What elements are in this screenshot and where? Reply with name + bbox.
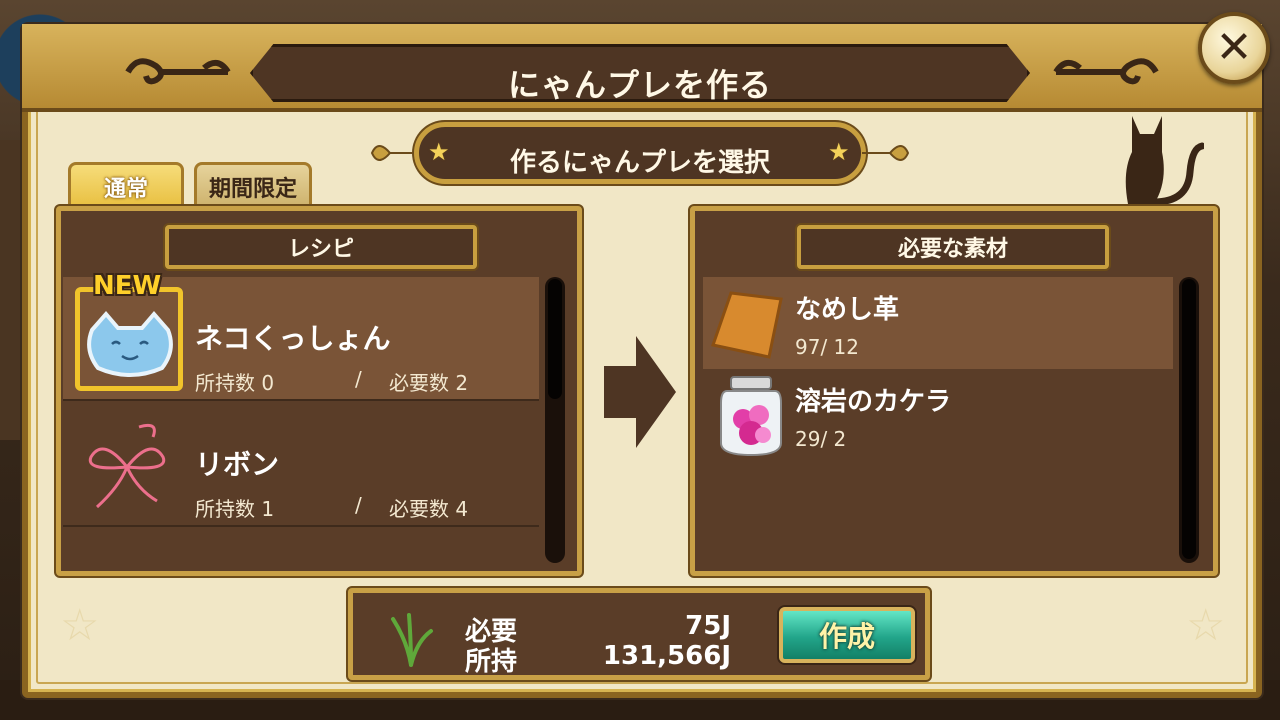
material-count: 97/ 12	[795, 335, 859, 359]
recipe-row-ribbon[interactable]: リボン 所持数 1 / 必要数 4	[63, 403, 539, 527]
tab-normal[interactable]: 通常	[68, 162, 184, 208]
make-button-label: 作成	[818, 620, 875, 653]
star-decoration-icon: ☆	[60, 600, 100, 651]
close-button[interactable]: ✕	[1198, 12, 1270, 84]
star-icon: ★	[828, 138, 850, 166]
ribbon-icon	[88, 423, 166, 509]
required-count: 必要数 2	[389, 371, 469, 395]
recipe-panel: レシピ NEW ネコくっしょん 所持数 0 / 必要数 2 リボン 所持数 1 …	[56, 206, 582, 576]
materials-header: 必要な素材	[797, 225, 1109, 269]
lava-jar-icon	[720, 376, 782, 457]
cat-silhouette-icon	[1125, 116, 1204, 206]
required-value: 75J	[685, 611, 731, 641]
recipe-name: ネコくっしょん	[195, 322, 391, 355]
tab-limited[interactable]: 期間限定	[194, 162, 312, 208]
leaf-icon	[391, 613, 433, 667]
count-separator: /	[355, 493, 362, 517]
recipe-row-cat-cushion[interactable]: NEW ネコくっしょん 所持数 0 / 必要数 2	[63, 271, 539, 401]
scroll-ornament-icon	[125, 58, 231, 85]
recipe-header: レシピ	[165, 225, 477, 269]
materials-panel: 必要な素材 なめし革 97/ 12 溶岩のカケラ 29/ 2	[690, 206, 1218, 576]
cost-bar: 必要 75J 所持 131,566J 作成	[348, 588, 930, 680]
owned-count: 所持数 0	[195, 371, 275, 395]
required-count: 必要数 4	[389, 497, 469, 521]
material-row-leather[interactable]: なめし革 97/ 12	[703, 277, 1173, 369]
close-icon: ✕	[1215, 22, 1253, 73]
material-count: 29/ 2	[795, 427, 847, 451]
fleur-ornament-icon	[370, 145, 418, 161]
make-button[interactable]: 作成	[779, 607, 915, 663]
owned-count: 所持数 1	[195, 497, 275, 521]
fleur-ornament-icon	[862, 145, 910, 161]
owned-value: 131,566J	[602, 641, 731, 671]
materials-scrollbar[interactable]	[1179, 277, 1199, 563]
owned-label: 所持	[465, 647, 518, 677]
recipe-scrollbar[interactable]	[545, 277, 565, 563]
material-name: なめし革	[795, 295, 900, 325]
scroll-thumb[interactable]	[1182, 279, 1196, 559]
subtitle-banner: ★ 作るにゃんプレを選択 ★	[370, 118, 910, 190]
material-name: 溶岩のカケラ	[795, 387, 952, 417]
material-row-lava[interactable]: 溶岩のカケラ 29/ 2	[703, 369, 1173, 461]
arrow-right-icon	[604, 336, 676, 448]
leather-icon	[711, 291, 783, 359]
scroll-thumb[interactable]	[548, 279, 562, 399]
selected-frame	[75, 287, 183, 391]
subtitle-text: 作るにゃんプレを選択	[509, 148, 770, 178]
new-badge: NEW	[93, 271, 162, 301]
recipe-name: リボン	[195, 448, 280, 481]
page-title: にゃんプレを作る	[507, 66, 772, 104]
count-separator: /	[355, 367, 362, 391]
cat-cushion-icon	[87, 310, 173, 377]
star-decoration-icon: ☆	[1186, 600, 1226, 651]
scroll-ornament-icon	[1053, 58, 1159, 85]
